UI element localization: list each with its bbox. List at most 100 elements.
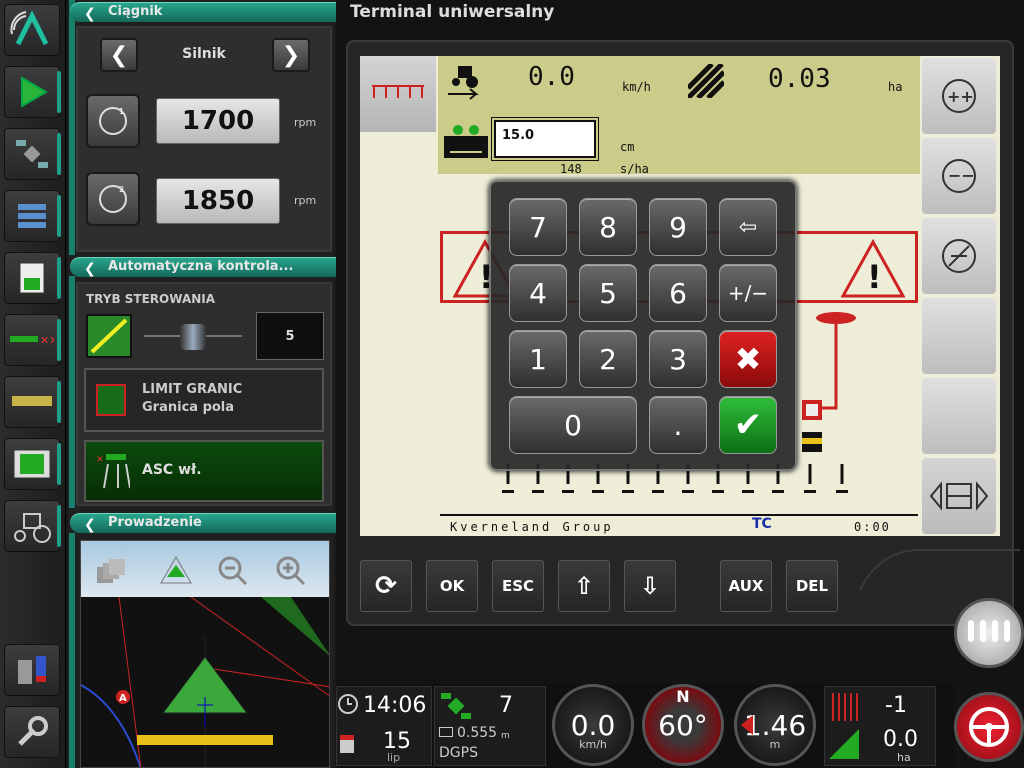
offset-gauge: 1.46 m — [734, 684, 816, 766]
offset-unit: m — [769, 738, 781, 751]
guidance-panel-title: Prowadzenie — [108, 515, 202, 530]
data-transfer-button[interactable] — [4, 644, 60, 696]
empty-softkey-1[interactable] — [922, 298, 996, 374]
guidance-map[interactable]: A — [80, 540, 330, 768]
rpm1-unit: rpm — [294, 116, 317, 129]
gps-button[interactable] — [4, 128, 61, 180]
del-button[interactable]: DEL — [786, 560, 838, 612]
cancel-key[interactable]: ✖ — [719, 330, 777, 388]
reset-softkey[interactable] — [922, 218, 996, 294]
key-9[interactable]: 9 — [649, 198, 707, 256]
heading-north: N — [676, 687, 690, 706]
key-2[interactable]: 2 — [579, 330, 637, 388]
decrease-softkey[interactable]: −− — [922, 138, 996, 214]
key-5[interactable]: 5 — [579, 264, 637, 322]
document-button[interactable] — [4, 252, 61, 304]
left-right-nav-icon — [929, 481, 989, 511]
asc-label: ASC wł. — [142, 462, 202, 478]
key-4[interactable]: 4 — [509, 264, 567, 322]
area-unit: ha — [888, 80, 903, 94]
rpm2-unit: rpm — [294, 194, 317, 207]
asc-button[interactable]: ✕ ASC wł. — [84, 440, 324, 502]
ok-button[interactable]: OK — [426, 560, 478, 612]
collapse-chevron-icon: ❮ — [84, 6, 96, 22]
panel-accent — [69, 276, 75, 508]
auto-panel-title: Automatyczna kontrola... — [108, 259, 294, 274]
guidance-view-icon[interactable] — [159, 555, 193, 585]
accuracy-unit: m — [501, 731, 510, 741]
steering-wheel-icon — [969, 707, 1009, 747]
decimal-key[interactable]: . — [649, 396, 707, 454]
empty-softkey-2[interactable] — [922, 378, 996, 454]
collapse-chevron-icon: ❮ — [84, 261, 96, 277]
autosteer-button[interactable] — [954, 692, 1024, 762]
limit-button[interactable]: LIMIT GRANIC Granica pola — [84, 368, 324, 432]
pto1-icon: 1 — [86, 94, 140, 148]
increase-softkey[interactable]: ++ — [922, 58, 996, 134]
layers-icon[interactable] — [95, 555, 127, 587]
collapse-chevron-icon: ❮ — [84, 517, 96, 533]
up-button[interactable]: ⇧ — [558, 560, 610, 612]
accuracy-icon — [439, 727, 453, 737]
map-canvas: A — [81, 597, 329, 767]
sections-button[interactable]: ✕✕ — [4, 314, 61, 366]
key-6[interactable]: 6 — [649, 264, 707, 322]
aux-button[interactable]: AUX — [720, 560, 772, 612]
nav-softkey[interactable] — [922, 458, 996, 534]
key-8[interactable]: 8 — [579, 198, 637, 256]
backspace-key[interactable]: ⇦ — [719, 198, 777, 256]
left-toolbar: ✕✕ — [0, 0, 66, 768]
tractor-button[interactable] — [4, 500, 61, 552]
heading-gauge: N 60° — [642, 684, 724, 766]
vt-footer: Kverneland Group TC 0:00 — [440, 514, 918, 536]
settings-list-button[interactable] — [4, 190, 61, 242]
rpm2-value[interactable]: 1850 — [156, 178, 280, 224]
down-button[interactable]: ⇩ — [624, 560, 676, 612]
svg-text:1: 1 — [119, 107, 124, 116]
confirm-key[interactable]: ✔ — [719, 396, 777, 454]
refresh-button[interactable]: ⟳ — [360, 560, 412, 612]
seeder-icon — [12, 396, 52, 411]
implement-control-button[interactable] — [954, 598, 1024, 668]
seeder-button[interactable] — [4, 376, 61, 428]
guidance-panel-header[interactable]: ❮Prowadzenie⬚ — [70, 513, 390, 533]
panel-accent — [69, 533, 75, 768]
depth-input[interactable]: 15.0 — [494, 120, 596, 158]
slider-handle[interactable] — [180, 324, 206, 350]
tools-button[interactable] — [4, 706, 60, 758]
plus-plus-icon: ++ — [942, 79, 976, 113]
clock-cell: 14:06 15 lip — [336, 686, 432, 766]
sign-toggle-key[interactable]: +/− — [719, 264, 777, 322]
key-7[interactable]: 7 — [509, 198, 567, 256]
tractor-icon — [14, 513, 51, 543]
usb-trash-icon — [18, 656, 46, 684]
esc-button[interactable]: ESC — [492, 560, 544, 612]
guidance-button[interactable] — [4, 66, 61, 118]
ab-marker-a: A — [119, 693, 127, 704]
key-1[interactable]: 1 — [509, 330, 567, 388]
nozzles-icon — [968, 620, 1010, 642]
mode-icon[interactable] — [86, 314, 132, 358]
satellite-icon — [16, 140, 48, 168]
key-0[interactable]: 0 — [509, 396, 637, 454]
app-home-button[interactable] — [4, 4, 60, 56]
seed-rate-unit: s/ha — [620, 162, 649, 176]
terminal-button[interactable] — [4, 438, 61, 490]
key-3[interactable]: 3 — [649, 330, 707, 388]
speed-value: 0.0 — [528, 62, 575, 92]
worked-area-value: 0.0 — [883, 727, 918, 752]
warning-right-icon: ! — [841, 238, 905, 298]
footer-brand: Kverneland Group — [450, 520, 614, 534]
auto-panel-header[interactable]: ❮ Automatyczna kontrola... — [70, 257, 366, 277]
implement-softkey[interactable] — [360, 56, 436, 132]
pto2-icon: 2 — [86, 172, 140, 226]
asc-sprayer-icon: ✕ — [96, 450, 131, 492]
section-value: -1 — [885, 693, 907, 718]
zoom-in-icon[interactable] — [275, 555, 307, 587]
limit-line2: Granica pola — [142, 400, 235, 415]
wrench-icon — [18, 716, 48, 746]
rpm1-value[interactable]: 1700 — [156, 98, 280, 144]
zoom-out-icon[interactable] — [217, 555, 249, 587]
tractor-panel-header[interactable]: ❮Ciągnik⬚ — [70, 2, 390, 22]
next-button[interactable]: ❯ — [272, 38, 310, 72]
